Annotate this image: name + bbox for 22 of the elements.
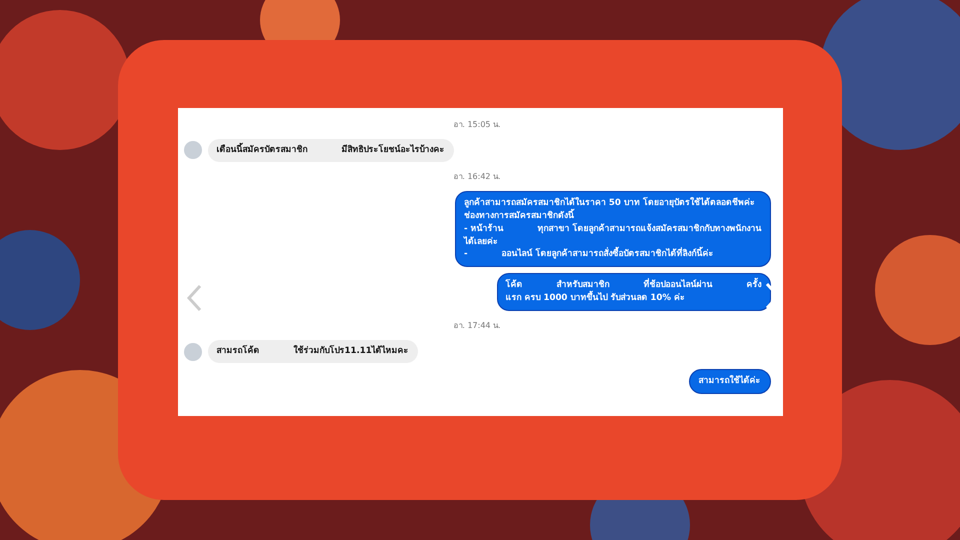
message-text: เดือนนี้สมัครบัตรสมาชิก (216, 144, 308, 157)
avatar (184, 342, 202, 361)
message-text: สามารถใช้ได้ค่ะ (698, 375, 760, 388)
message-text: สำหรับสมาชิก (556, 279, 610, 290)
message-text: ใช้ร่วมกับโปร11.11ได้ไหมคะ (294, 345, 409, 358)
timestamp: อา. 16:42 น. (453, 170, 501, 183)
timestamp: อา. 15:05 น. (453, 119, 501, 131)
message-text: - หน้าร้าน (464, 222, 504, 236)
message-text: ลูกค้าสามารถสมัครสมาชิกได้ในราคา 50 บาท โดยอายุบัตรใช้ได้ตลอดชีพค่ะ (464, 196, 755, 208)
message-text: ทุกสาขา โดยลูกค้าสามารถแจ้งสมัครสมาชิกกับทางพนักงาน (538, 222, 762, 236)
message-text: แรก ครบ 1000 บาทขึ้นไป รับส่วนลด 10% ค่ะ (506, 292, 685, 306)
message-text: ครั้ง (746, 279, 762, 292)
message-text: - (464, 248, 468, 262)
message-text: ช่องทางการสมัครสมาชิกดังนี้ (464, 210, 574, 223)
message-text: ออนไลน์ โดยลูกค้าสามารถสั่งซื้อบัตรสมาชิกได้ที่ลิงก์นี้ค่ะ (502, 248, 714, 262)
message-text: ได้เลยค่ะ (464, 236, 498, 248)
avatar (184, 141, 202, 160)
message-text: สามรถโค้ด (216, 345, 260, 358)
message-text: โค้ด (506, 279, 522, 292)
message-text: ที่ช้อปออนไลน์ผ่าน (644, 279, 712, 292)
timestamp: อา. 17:44 น. (453, 320, 501, 332)
message-text: มีสิทธิประโยชน์อะไรบ้างคะ (342, 144, 444, 157)
